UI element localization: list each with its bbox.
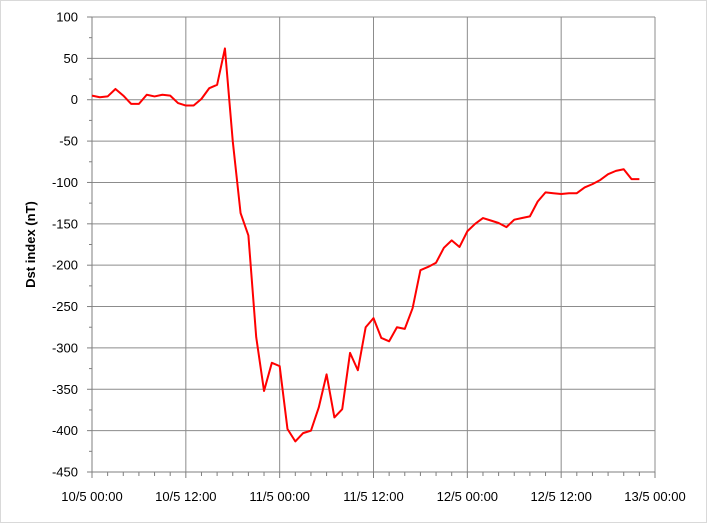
dst-series-line — [91, 47, 640, 443]
dst-line-chart: -450 -400 -350 -300 -250 -200 -150 -100 -50 0 50 10… — [23, 10, 686, 505]
y-tick-label: 50 — [64, 51, 78, 66]
tick-labels: -450 -400 -350 -300 -250 -200 -150 -100 -50 0 50 10… — [52, 10, 686, 505]
y-tick-label: -150 — [52, 216, 78, 231]
x-tick-label: 11/5 00:00 — [249, 489, 309, 504]
x-tick-label: 12/5 12:00 — [530, 489, 591, 504]
x-tick-label: 11/5 12:00 — [343, 489, 403, 504]
y-tick-label: -50 — [59, 134, 78, 149]
y-tick-label: 0 — [71, 92, 78, 107]
x-tick-label: 10/5 12:00 — [155, 489, 216, 504]
y-tick-label: -450 — [52, 465, 78, 480]
y-tick-label: -350 — [52, 382, 78, 397]
x-tick-label: 13/5 00:00 — [624, 489, 685, 504]
y-tick-label: -100 — [52, 175, 78, 190]
y-tick-label: 100 — [56, 10, 78, 25]
y-tick-label: -250 — [52, 299, 78, 314]
axes — [87, 16, 656, 478]
y-tick-label: -200 — [52, 258, 78, 273]
y-tick-label: -400 — [52, 423, 78, 438]
chart-frame: -450 -400 -350 -300 -250 -200 -150 -100 -50 0 50 10… — [0, 0, 707, 523]
y-tick-label: -300 — [52, 340, 78, 355]
x-tick-label: 12/5 00:00 — [437, 489, 498, 504]
x-tick-label: 10/5 00:00 — [61, 489, 122, 504]
y-axis-title: Dst index (nT) — [23, 201, 38, 288]
grid-lines — [92, 16, 656, 472]
series — [91, 47, 640, 443]
